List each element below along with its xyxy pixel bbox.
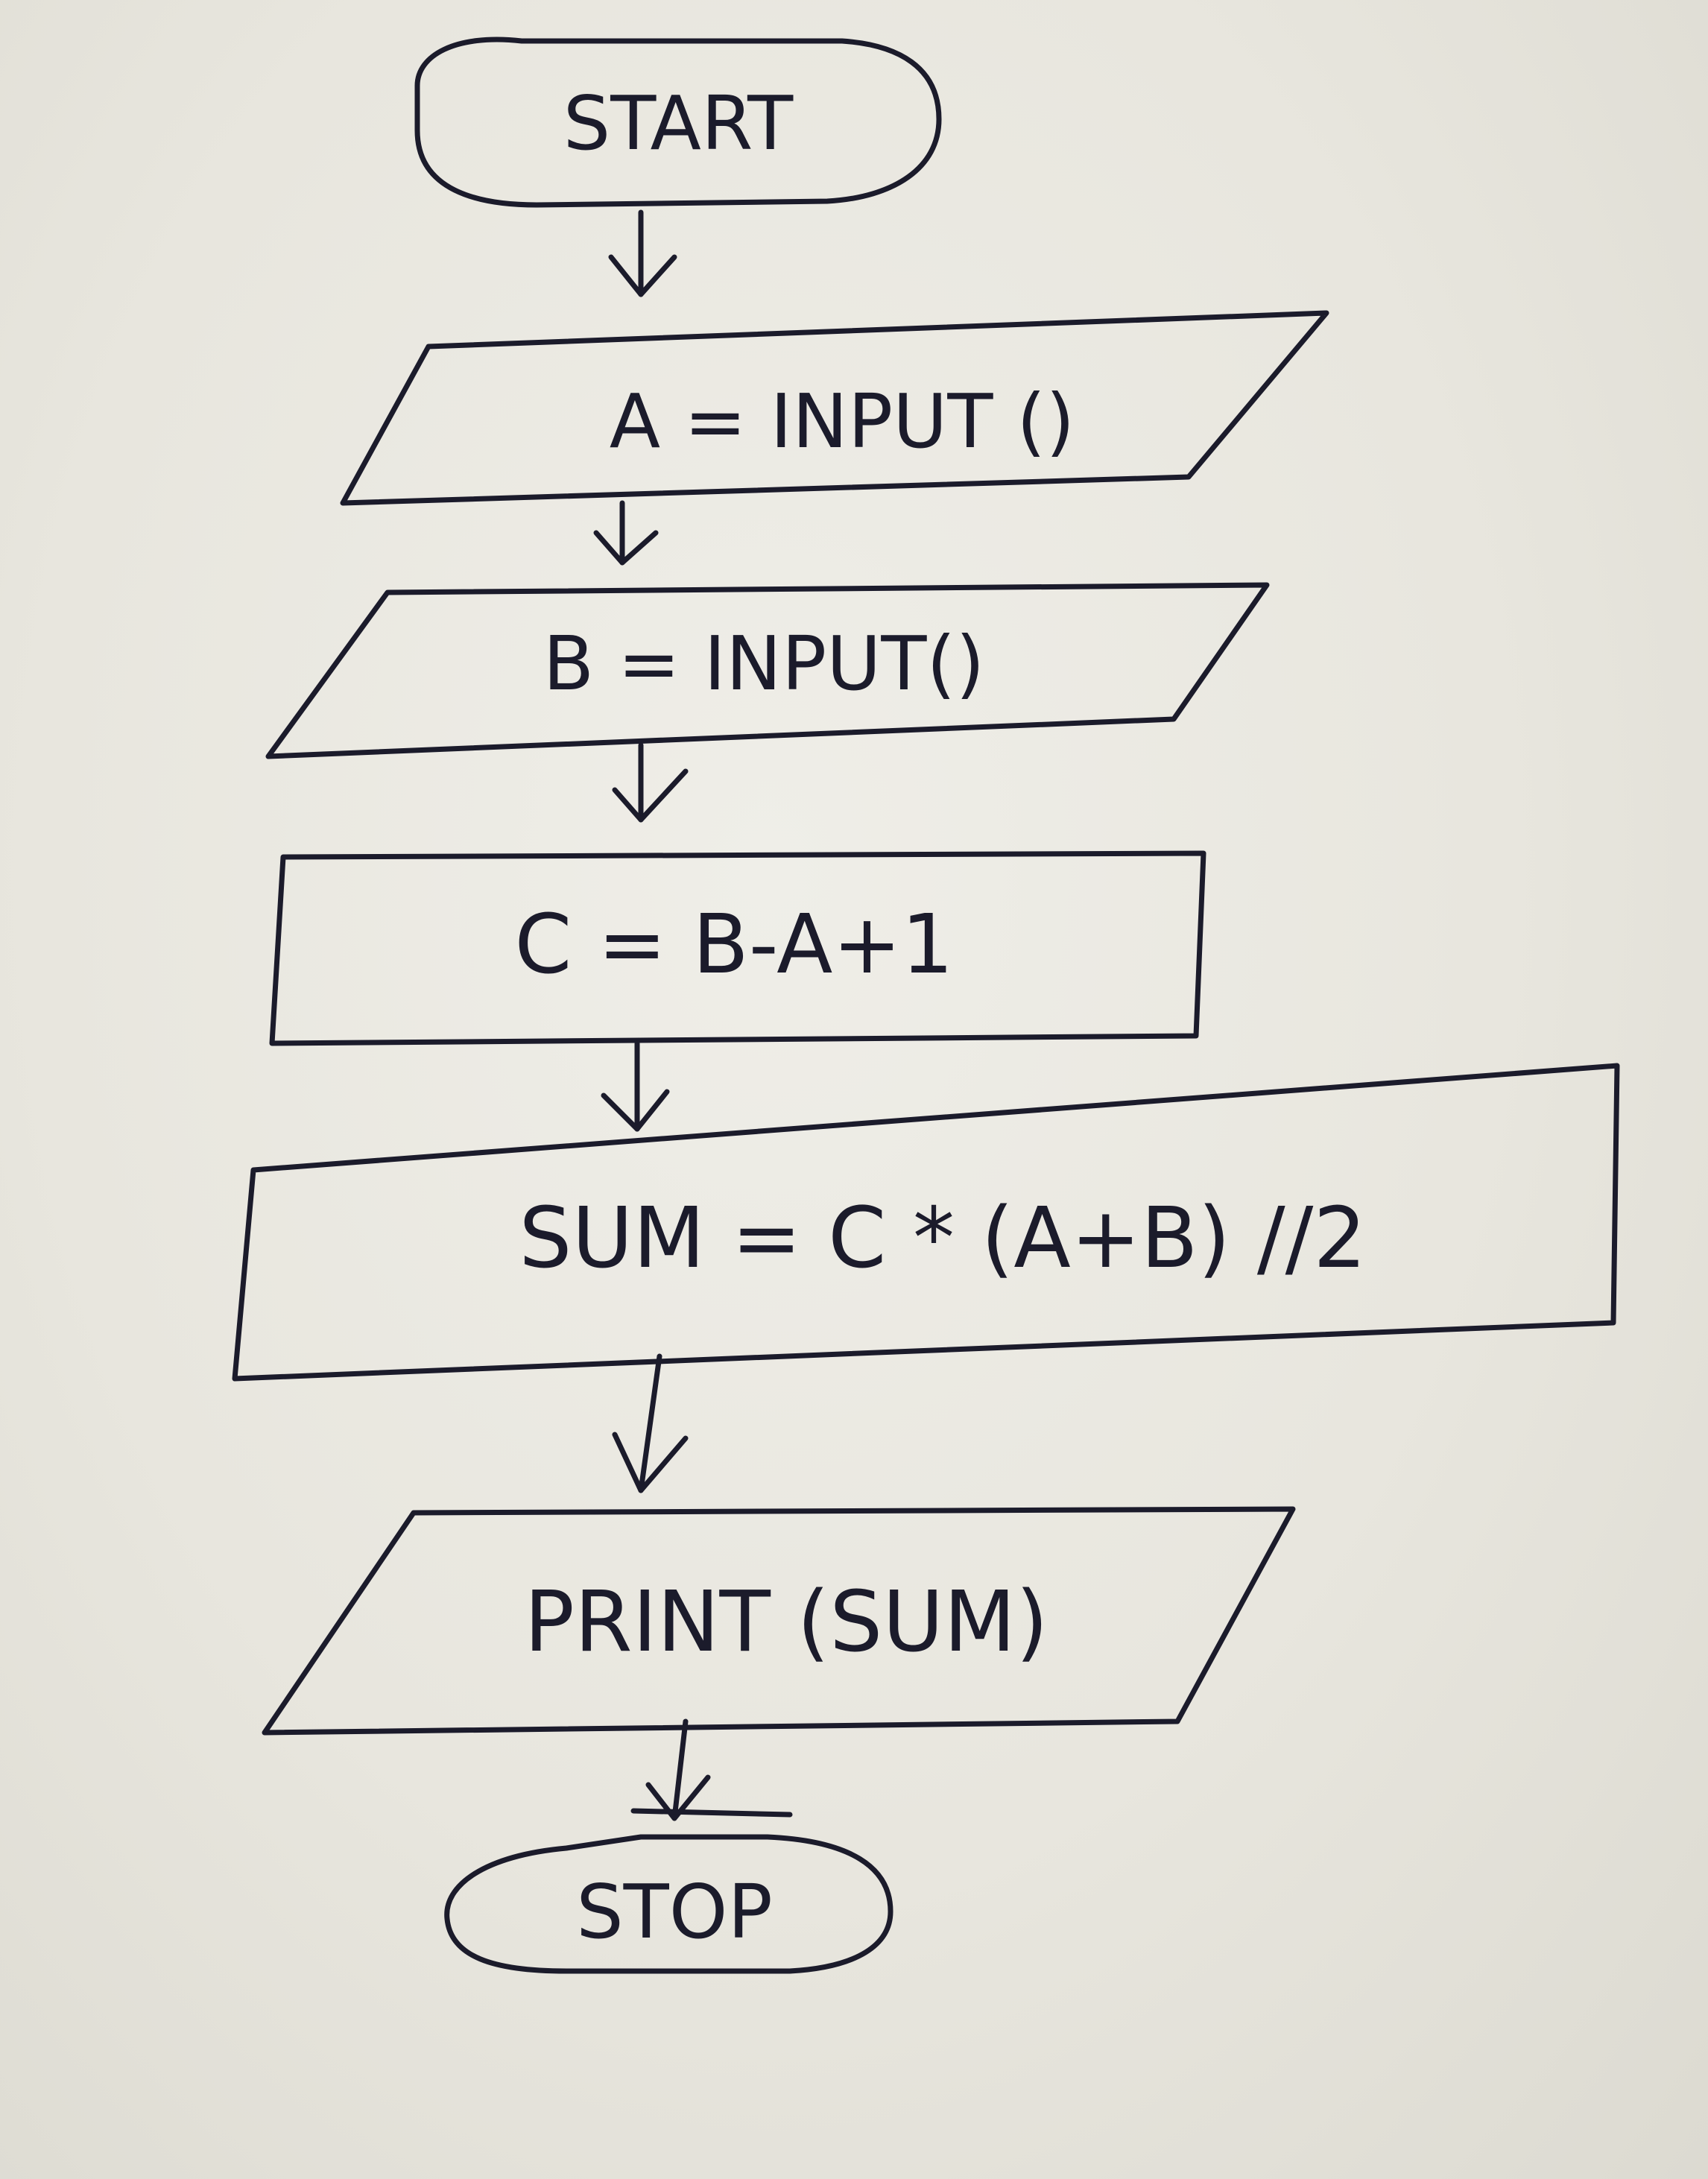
start-label: START [563,80,794,167]
node-calc-sum: SUM = C * (A+B) //2 [232,1063,1620,1382]
node-input-b: B = INPUT() [265,582,1270,759]
arrow-calc-sum-to-print [612,1353,689,1493]
stop-label: STOP [576,1868,773,1955]
arrow-head [593,530,659,566]
arrow-print-to-stop [630,1718,793,1821]
node-print-sum: PRINT (SUM) [262,1506,1296,1736]
node-stop: STOP [444,1834,893,1974]
node-input-a: A = INPUT () [340,310,1329,506]
node-start: START [414,37,942,208]
arrow-start-to-input-a [608,209,677,297]
calc-c-label: C = B-A+1 [514,896,953,992]
arrow-head [612,1432,689,1493]
paper-background: START A = INPUT () B = INPUT() C = B-A+1… [0,0,1708,2179]
arrow-head [612,768,689,823]
flowchart-diagram: START A = INPUT () B = INPUT() C = B-A+1… [232,37,1620,1974]
input-a-label: A = INPUT () [610,378,1075,465]
print-sum-label: PRINT (SUM) [524,1574,1048,1671]
calc-sum-label: SUM = C * (A+B) //2 [519,1190,1366,1287]
arrow-calc-c-to-calc-sum [601,1040,670,1132]
arrow-input-b-to-calc-c [612,742,689,823]
input-b-label: B = INPUT() [543,620,985,707]
arrow-input-a-to-input-b [593,500,659,566]
node-calc-c: C = B-A+1 [269,850,1206,1046]
arrow-stroke [630,1808,793,1818]
